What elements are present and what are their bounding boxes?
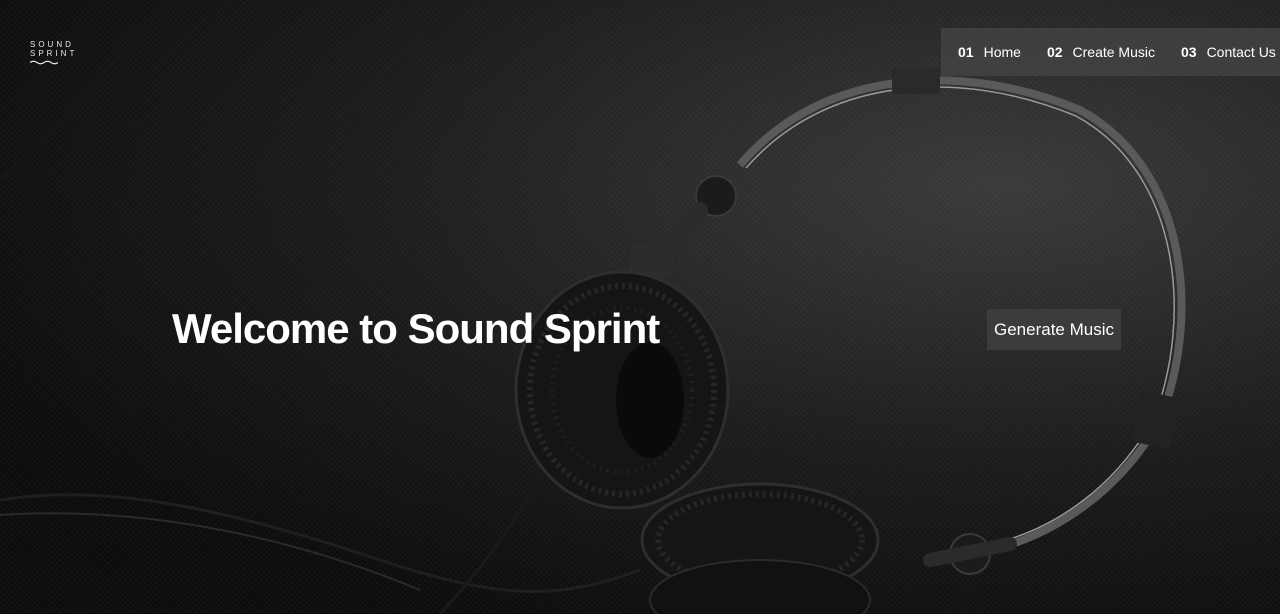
- main-nav: 01 Home 02 Create Music 03 Contact Us: [941, 28, 1280, 76]
- nav-item-number: 02: [1046, 44, 1063, 60]
- nav-item-number: 03: [1180, 44, 1197, 60]
- nav-item-label: Contact Us: [1206, 44, 1276, 60]
- wave-icon: [30, 60, 58, 65]
- generate-music-button[interactable]: Generate Music: [987, 309, 1121, 350]
- hero-page: SOUND SPRINT 01 Home 02 Create Music 03 …: [0, 0, 1280, 614]
- nav-item-create-music[interactable]: 02 Create Music: [1047, 44, 1155, 60]
- hero-title: Welcome to Sound Sprint: [172, 305, 660, 352]
- brand-logo[interactable]: SOUND SPRINT: [30, 40, 77, 65]
- nav-item-label: Create Music: [1072, 44, 1155, 60]
- nav-item-contact-us[interactable]: 03 Contact Us: [1181, 44, 1276, 60]
- nav-item-label: Home: [983, 44, 1021, 60]
- nav-item-number: 01: [958, 44, 974, 60]
- nav-item-home[interactable]: 01 Home: [958, 44, 1021, 60]
- brand-line-1: SOUND: [30, 40, 74, 49]
- brand-line-2: SPRINT: [30, 49, 78, 58]
